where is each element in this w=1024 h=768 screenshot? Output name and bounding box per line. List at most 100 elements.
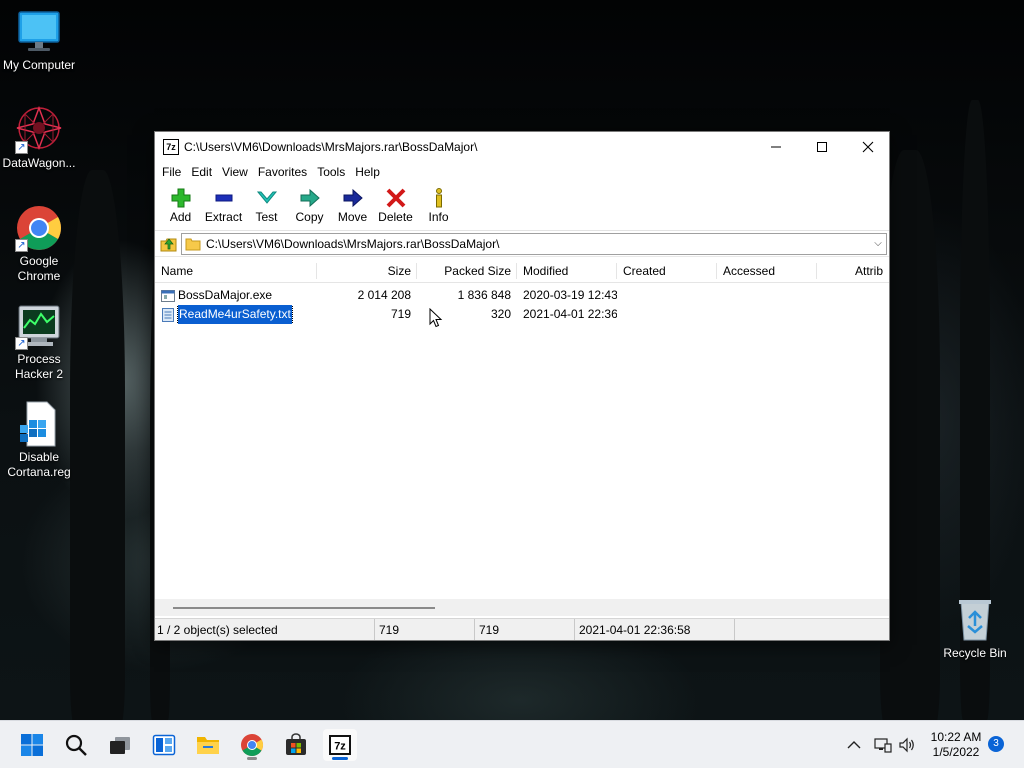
test-label: Test xyxy=(255,210,278,224)
checkmark-icon xyxy=(256,191,277,204)
maximize-button[interactable] xyxy=(799,132,845,161)
running-indicator xyxy=(247,757,257,760)
delete-x-icon xyxy=(386,188,405,208)
column-header-attrib[interactable]: Attrib xyxy=(817,259,889,282)
menu-favorites[interactable]: Favorites xyxy=(253,161,312,183)
menu-view[interactable]: View xyxy=(217,161,253,183)
add-label: Add xyxy=(169,210,192,224)
status-size: 719 xyxy=(375,619,475,640)
chrome-taskbar-button[interactable] xyxy=(235,729,269,761)
file-packed-size: 1 836 848 xyxy=(457,288,511,302)
clock[interactable]: 10:22 AM 1/5/2022 xyxy=(922,730,990,760)
menu-help[interactable]: Help xyxy=(350,161,385,183)
file-size: 2 014 208 xyxy=(357,288,411,302)
status-modified: 2021-04-01 22:36:58 xyxy=(575,619,735,640)
menu-file[interactable]: File xyxy=(157,161,186,183)
search-button[interactable] xyxy=(59,729,93,761)
info-button[interactable]: Info xyxy=(417,183,460,224)
shortcut-arrow-icon: ↗ xyxy=(15,337,28,350)
file-explorer-folder-icon xyxy=(197,737,219,754)
start-button[interactable] xyxy=(15,729,49,761)
file-manager-window[interactable]: 7z C:\Users\VM6\Downloads\MrsMajors.rar\… xyxy=(154,131,890,641)
address-bar: ⌵ xyxy=(155,231,889,257)
star-pattern-icon: ↗ xyxy=(15,105,63,154)
horizontal-scrollbar[interactable] xyxy=(155,599,889,616)
column-header-modified[interactable]: Modified xyxy=(517,259,617,282)
table-row[interactable]: BossDaMajor.exe 2 014 208 1 836 848 2020… xyxy=(155,286,889,305)
network-icon xyxy=(874,738,892,753)
column-header-name[interactable]: Name xyxy=(155,259,317,282)
path-field[interactable]: ⌵ xyxy=(181,232,887,255)
store-button[interactable] xyxy=(279,729,313,761)
plus-icon xyxy=(171,188,190,208)
move-label: Move xyxy=(337,210,368,224)
desktop-icon-label: Recycle Bin xyxy=(943,646,1007,660)
column-header-packed-size[interactable]: Packed Size xyxy=(417,259,517,282)
table-row-selected[interactable]: ReadMe4urSafety.txt 719 320 2021-04-01 2… xyxy=(155,305,889,324)
text-file-icon xyxy=(162,307,174,322)
list-header: Name Size Packed Size Modified Created A… xyxy=(155,259,889,283)
scrollbar-thumb[interactable] xyxy=(173,607,435,609)
copy-button[interactable]: Copy xyxy=(288,183,331,224)
info-label: Info xyxy=(428,210,449,224)
svg-text:7z: 7z xyxy=(334,741,346,753)
column-header-accessed[interactable]: Accessed xyxy=(717,259,817,282)
test-button[interactable]: Test xyxy=(245,183,288,224)
folder-icon xyxy=(185,238,201,250)
chevron-down-icon[interactable]: ⌵ xyxy=(870,238,886,249)
mouse-cursor-icon xyxy=(429,308,443,328)
7zip-taskbar-button[interactable]: 7z xyxy=(323,729,357,761)
network-button[interactable] xyxy=(872,721,894,768)
chrome-icon: ↗ xyxy=(15,204,63,252)
volume-button[interactable] xyxy=(896,721,918,768)
file-modified: 2020-03-19 12:43 xyxy=(523,288,617,302)
minimize-button[interactable] xyxy=(753,132,799,161)
notification-badge[interactable]: 3 xyxy=(988,736,1004,752)
task-view-button[interactable] xyxy=(103,729,137,761)
add-button[interactable]: Add xyxy=(159,183,202,224)
task-view-icon xyxy=(110,737,130,754)
info-icon xyxy=(435,188,442,208)
search-icon xyxy=(65,734,87,756)
menu-edit[interactable]: Edit xyxy=(186,161,217,183)
widgets-button[interactable] xyxy=(147,729,181,761)
registry-file-icon xyxy=(15,400,63,448)
desktop-icon-disable-cortana-reg[interactable]: Disable Cortana.reg xyxy=(0,400,78,480)
desktop-icon-label: Disable Cortana.reg xyxy=(7,450,71,479)
menu-tools[interactable]: Tools xyxy=(312,161,350,183)
move-button[interactable]: Move xyxy=(331,183,374,224)
file-name: ReadMe4urSafety.txt xyxy=(177,305,293,324)
desktop-icon-recycle-bin[interactable]: Recycle Bin xyxy=(936,596,1014,661)
desktop-icon-google-chrome[interactable]: ↗ Google Chrome xyxy=(0,204,78,284)
file-name: BossDaMajor.exe xyxy=(178,288,273,302)
maximize-icon xyxy=(817,141,827,152)
title-bar[interactable]: 7z C:\Users\VM6\Downloads\MrsMajors.rar\… xyxy=(155,132,889,161)
chevron-up-icon xyxy=(847,741,861,749)
desktop-icon-label: DataWagon... xyxy=(2,156,76,170)
exe-file-icon xyxy=(161,289,175,302)
delete-label: Delete xyxy=(378,210,413,224)
shortcut-arrow-icon: ↗ xyxy=(15,239,28,252)
delete-button[interactable]: Delete xyxy=(374,183,417,224)
windows-logo-icon xyxy=(21,734,43,756)
monitor-icon xyxy=(15,8,63,56)
extract-button[interactable]: Extract xyxy=(202,183,245,224)
path-input[interactable] xyxy=(206,236,870,251)
active-indicator xyxy=(332,757,348,760)
file-list[interactable]: Name Size Packed Size Modified Created A… xyxy=(155,259,889,599)
widgets-icon xyxy=(152,734,176,756)
7zip-icon: 7z xyxy=(329,735,351,755)
desktop-icon-process-hacker[interactable]: ↗ Process Hacker 2 xyxy=(0,302,78,382)
desktop-icon-my-computer[interactable]: My Computer xyxy=(0,8,78,73)
toolbar: Add Extract Test Copy Move Delete Info xyxy=(155,183,889,231)
column-header-size[interactable]: Size xyxy=(317,259,417,282)
close-icon xyxy=(862,141,874,152)
column-header-created[interactable]: Created xyxy=(617,259,717,282)
desktop-icon-label: Google Chrome xyxy=(17,254,61,283)
status-selection: 1 / 2 object(s) selected xyxy=(155,619,375,640)
close-button[interactable] xyxy=(845,132,891,161)
up-folder-button[interactable] xyxy=(157,233,181,255)
desktop-icon-datawagon[interactable]: ↗ DataWagon... xyxy=(0,105,78,171)
show-hidden-icons-button[interactable] xyxy=(844,721,864,768)
file-explorer-button[interactable] xyxy=(191,729,225,761)
